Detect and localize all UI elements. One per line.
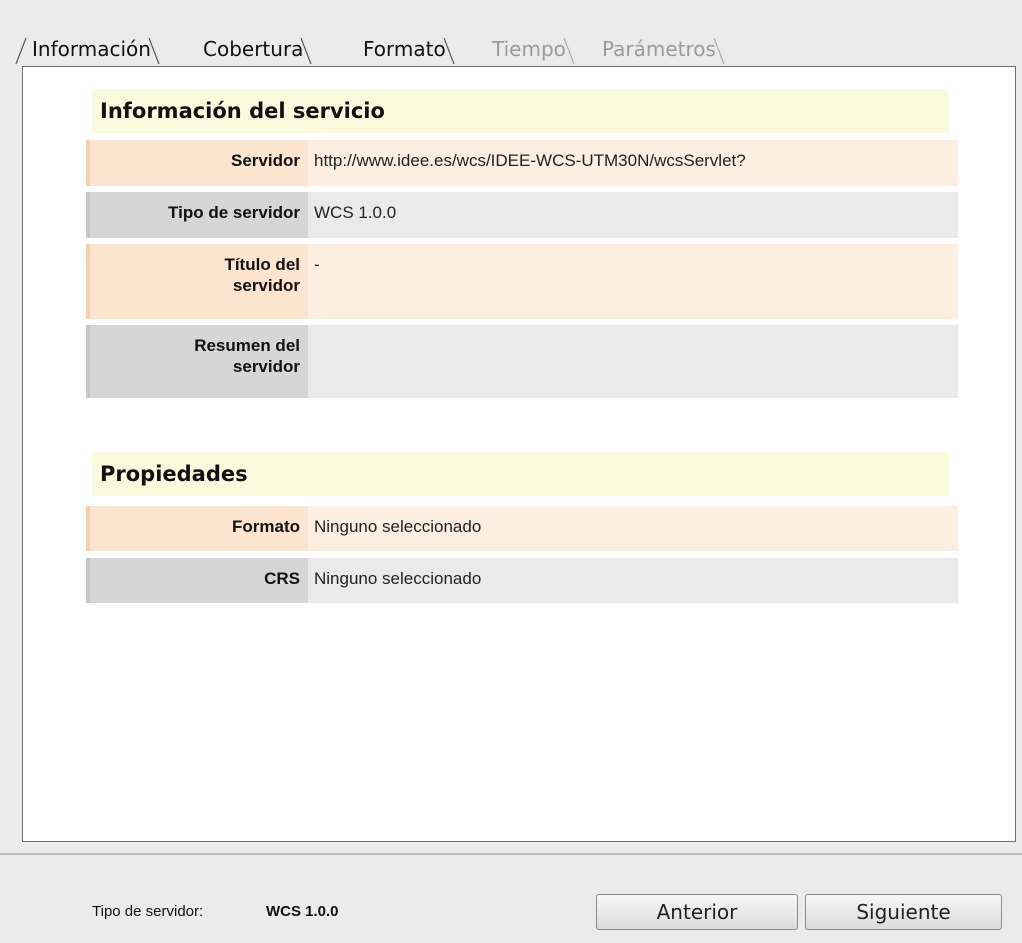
- row-label: CRS: [86, 558, 308, 603]
- tab-edge-right: [148, 38, 160, 65]
- row-value: -: [308, 244, 958, 319]
- tab-formato[interactable]: Formato: [353, 32, 455, 66]
- tab-cobertura[interactable]: Cobertura: [193, 32, 312, 66]
- footer-server-type-label: Tipo de servidor:: [92, 903, 204, 920]
- row-servidor: Servidor http://www.idee.es/wcs/IDEE-WCS…: [86, 140, 958, 186]
- row-value: Ninguno seleccionado: [308, 506, 958, 551]
- row-label: Servidor: [86, 140, 308, 186]
- row-label: Formato: [86, 506, 308, 551]
- tab-edge-right: [300, 38, 312, 65]
- row-label: Tipo de servidor: [86, 192, 308, 238]
- service-info-header: Información del servicio: [92, 89, 949, 133]
- tab-informacion[interactable]: Información: [15, 32, 160, 66]
- row-label: Título del servidor: [86, 244, 308, 319]
- tab-tiempo-label: Tiempo: [492, 37, 566, 61]
- row-titulo-servidor: Título del servidor -: [86, 244, 958, 319]
- row-value: WCS 1.0.0: [308, 192, 958, 238]
- tab-edge-right: [443, 38, 455, 65]
- row-value: http://www.idee.es/wcs/IDEE-WCS-UTM30N/w…: [308, 140, 958, 186]
- row-value: Ninguno seleccionado: [308, 558, 958, 603]
- tab-edge-right: [563, 38, 575, 65]
- row-value: [308, 325, 958, 398]
- tab-formato-label: Formato: [363, 37, 446, 61]
- tab-informacion-label: Información: [32, 37, 151, 61]
- row-tipo-servidor: Tipo de servidor WCS 1.0.0: [86, 192, 958, 238]
- row-resumen-servidor: Resumen del servidor: [86, 325, 958, 398]
- previous-button[interactable]: Anterior: [596, 894, 798, 930]
- footer-server-type-value: WCS 1.0.0: [266, 903, 339, 920]
- row-crs: CRS Ninguno seleccionado: [86, 558, 958, 603]
- row-label: Resumen del servidor: [86, 325, 308, 398]
- next-button[interactable]: Siguiente: [805, 894, 1002, 930]
- tab-edge-left: [15, 38, 27, 65]
- properties-header: Propiedades: [92, 452, 949, 496]
- footer-separator: [0, 853, 1022, 855]
- tab-tiempo: Tiempo: [482, 32, 575, 66]
- tab-parametros-label: Parámetros: [602, 37, 716, 61]
- tab-edge-right: [713, 38, 725, 65]
- tab-parametros: Parámetros: [592, 32, 725, 66]
- tab-cobertura-label: Cobertura: [203, 37, 304, 61]
- tab-bar: Información Cobertura Formato Tiempo Par…: [15, 18, 1012, 68]
- row-formato: Formato Ninguno seleccionado: [86, 506, 958, 551]
